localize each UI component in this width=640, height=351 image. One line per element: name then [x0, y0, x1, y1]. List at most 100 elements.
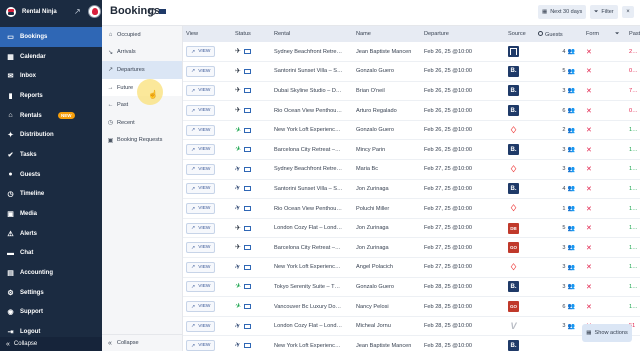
rental-cell[interactable]: Sydney Beachfront Retre… [271, 159, 353, 180]
view-button[interactable]: ↗ VIEW [186, 203, 216, 215]
name-cell[interactable]: Poluchi Miller [353, 198, 421, 219]
filter-item-occupied[interactable]: ⌂ Occupied [102, 26, 182, 44]
mail-icon[interactable] [243, 108, 251, 114]
table-row[interactable]: ↗ VIEW ✈ Vancouver Bc Luxury Do… Nancy Pelos… [183, 296, 640, 317]
expand-menu-icon[interactable]: ↗ [74, 7, 81, 16]
rental-cell[interactable]: Santorini Sunset Villa – S… [271, 179, 353, 200]
view-button[interactable]: ↗ VIEW [186, 183, 216, 195]
column-filter-icon[interactable]: ⏷ [612, 26, 626, 42]
view-button[interactable]: ↗ VIEW [186, 163, 216, 175]
rental-cell[interactable]: Dubai Skyline Studio – D… [271, 81, 353, 102]
col-view[interactable]: View [183, 26, 232, 42]
view-button[interactable]: ↗ VIEW [186, 320, 216, 332]
sidebar-item-chat[interactable]: ▬ Chat [0, 244, 102, 264]
table-row[interactable]: ↗ VIEW ✈ Dubai Skyline Studio – D… Brian O'n… [183, 81, 640, 102]
view-button[interactable]: ↗ VIEW [186, 46, 216, 58]
view-button[interactable]: ↗ VIEW [186, 301, 216, 313]
sidebar-item-inbox[interactable]: ✉ Inbox [0, 66, 102, 86]
rental-cell[interactable]: Tokyo Serenity Suite – T… [271, 277, 353, 298]
col-name[interactable]: Name [353, 26, 421, 42]
rental-cell[interactable]: London Cozy Flat – Lond… [271, 316, 353, 337]
panel-collapse-button[interactable]: « Collapse [102, 334, 183, 351]
table-row[interactable]: ↗ VIEW ✈ Rio Ocean View Penthou… Arturo Rega… [183, 100, 640, 121]
table-row[interactable]: ↗ VIEW ✈ New York Loft Experienc… Jean Bapti… [183, 335, 640, 351]
mail-icon[interactable] [243, 147, 251, 153]
rental-cell[interactable]: New York Loft Experienc… [271, 335, 353, 351]
mail-icon[interactable] [243, 284, 251, 290]
sidebar-item-bookings[interactable]: ▭ Bookings [0, 27, 102, 47]
name-cell[interactable]: Nancy Pelosi [353, 296, 421, 317]
name-cell[interactable]: Jon Zurinaga [353, 179, 421, 200]
mail-icon[interactable] [243, 245, 251, 251]
table-row[interactable]: ↗ VIEW ✈ Barcelona City Retreat –… Jon Zurin… [183, 237, 640, 259]
table-row[interactable]: ↗ VIEW ✈ New York Loft Experienc… Angel Pola… [183, 257, 640, 278]
col-guests[interactable]: Guests [535, 26, 583, 42]
filter-button[interactable]: ⏷ Filter [590, 5, 618, 19]
filter-item-booking-requests[interactable]: ▣ Booking Requests [102, 132, 182, 150]
sidebar-item-media[interactable]: ▣ Media [0, 204, 102, 224]
table-row[interactable]: ↗ VIEW ✈ London Cozy Flat – Lond… Jon Zurina… [183, 218, 640, 239]
sidebar-item-guests[interactable]: ● Guests [0, 165, 102, 185]
filter-item-departures[interactable]: ↗ Departures [102, 61, 182, 79]
mail-icon[interactable] [243, 166, 251, 172]
rental-cell[interactable]: Santorini Sunset Villa – S… [271, 61, 353, 82]
help-icon[interactable]: ? [149, 8, 156, 15]
filter-item-arrivals[interactable]: ↘ Arrivals [102, 44, 182, 62]
view-button[interactable]: ↗ VIEW [186, 242, 216, 254]
mail-icon[interactable] [243, 304, 251, 310]
view-button[interactable]: ↗ VIEW [186, 222, 216, 234]
rental-cell[interactable]: New York Loft Experienc… [271, 120, 353, 141]
mail-icon[interactable] [243, 49, 251, 55]
date-range-button[interactable]: ▦ Next 30 days [538, 5, 587, 19]
rental-cell[interactable]: New York Loft Experienc… [271, 257, 353, 278]
mail-icon[interactable] [243, 127, 251, 133]
mail-icon[interactable] [243, 68, 251, 74]
close-icon[interactable]: × [622, 6, 634, 18]
name-cell[interactable]: Mincy Parin [353, 139, 421, 161]
table-row[interactable]: ↗ VIEW ✈ Sydney Beachfront Retre… Jean Bapti… [183, 42, 640, 63]
name-cell[interactable]: Maria Bc [353, 159, 421, 180]
mail-icon[interactable] [243, 206, 251, 212]
show-actions-button[interactable]: ▦ Show actions [582, 324, 632, 342]
name-cell[interactable]: Jean Baptiste Mancen [353, 335, 421, 351]
mail-icon[interactable] [243, 323, 251, 329]
rental-cell[interactable]: Barcelona City Retreat –… [271, 237, 353, 259]
table-row[interactable]: ↗ VIEW ✈ London Cozy Flat – Lond… Micheal Jo… [183, 316, 640, 337]
mail-icon[interactable] [243, 88, 251, 94]
sidebar-item-support[interactable]: ◉ Support [0, 303, 102, 323]
table-row[interactable]: ↗ VIEW ✈ Santorini Sunset Villa – S… Jon Zur… [183, 179, 640, 200]
name-cell[interactable]: Brian O'neil [353, 81, 421, 102]
rental-cell[interactable]: London Cozy Flat – Lond… [271, 218, 353, 239]
name-cell[interactable]: Jean Baptiste Mancen [353, 42, 421, 63]
table-row[interactable]: ↗ VIEW ✈ New York Loft Experienc… Gonzalo Gu… [183, 120, 640, 141]
sidebar-collapse-button[interactable]: « Collapse [0, 337, 102, 351]
rental-cell[interactable]: Rio Ocean View Penthou… [271, 198, 353, 219]
table-row[interactable]: ↗ VIEW ✈ Rio Ocean View Penthou… Poluchi Mil… [183, 198, 640, 219]
sidebar-item-settings[interactable]: ⚙ Settings [0, 283, 102, 303]
rental-cell[interactable]: Rio Ocean View Penthou… [271, 100, 353, 121]
sidebar-item-distribution[interactable]: ✦ Distribution [0, 125, 102, 145]
table-row[interactable]: ↗ VIEW ✈ Barcelona City Retreat –… Mincy Par… [183, 139, 640, 161]
mail-icon[interactable] [243, 225, 251, 231]
col-past[interactable]: Past [626, 26, 640, 42]
name-cell[interactable]: Gonzalo Guero [353, 277, 421, 298]
mail-icon[interactable] [243, 264, 251, 270]
name-cell[interactable]: Micheal Jornu [353, 316, 421, 337]
sidebar-item-accounting[interactable]: ▤ Accounting [0, 263, 102, 283]
sidebar-item-calendar[interactable]: ▦ Calendar [0, 47, 102, 67]
view-button[interactable]: ↗ VIEW [186, 281, 216, 293]
name-cell[interactable]: Arturo Regalado [353, 100, 421, 121]
view-button[interactable]: ↗ VIEW [186, 65, 216, 77]
sidebar-item-alerts[interactable]: ⚠ Alerts [0, 224, 102, 244]
mail-icon[interactable] [243, 186, 251, 192]
sidebar-item-tasks[interactable]: ✔ Tasks [0, 145, 102, 165]
sidebar-item-reports[interactable]: ▮ Reports [0, 86, 102, 106]
name-cell[interactable]: Gonzalo Guero [353, 120, 421, 141]
view-button[interactable]: ↗ VIEW [186, 85, 216, 97]
col-rental[interactable]: Rental [271, 26, 353, 42]
guide-book-icon[interactable] [159, 9, 166, 14]
col-departure[interactable]: Departure [421, 26, 505, 42]
filter-item-recent[interactable]: ◷ Recent [102, 114, 182, 132]
view-button[interactable]: ↗ VIEW [186, 261, 216, 273]
name-cell[interactable]: Jon Zurinaga [353, 218, 421, 239]
